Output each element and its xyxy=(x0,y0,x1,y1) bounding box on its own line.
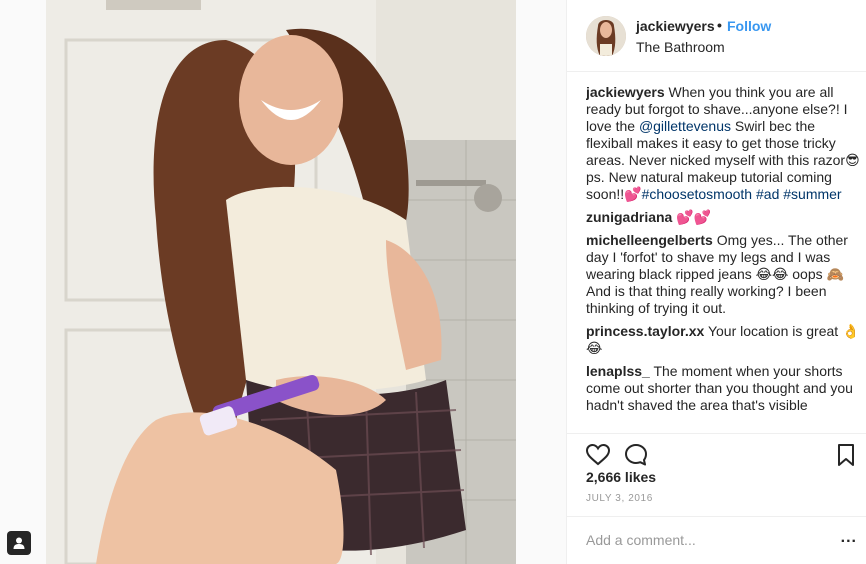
comments-list[interactable]: jackiewyers When you think you are all r… xyxy=(586,84,860,428)
mention-link[interactable]: @gillettevenus xyxy=(639,118,731,134)
likes-count[interactable]: 2,666 likes xyxy=(586,469,656,485)
list-item: michelleengelberts Omg yes... The other … xyxy=(586,232,860,317)
more-options-button[interactable]: ... xyxy=(841,529,857,547)
caption-comment: jackiewyers When you think you are all r… xyxy=(586,84,860,203)
like-button[interactable] xyxy=(585,442,611,468)
person-tag-icon xyxy=(13,537,25,549)
post-photo[interactable] xyxy=(46,0,516,564)
post-date[interactable]: JULY 3, 2016 xyxy=(586,493,653,504)
photo-illustration xyxy=(46,0,516,564)
save-button[interactable] xyxy=(833,442,859,468)
comment-input[interactable] xyxy=(586,530,816,550)
comment-username[interactable]: zunigadriana xyxy=(586,209,672,225)
bookmark-icon xyxy=(838,444,854,466)
comment-username[interactable]: princess.taylor.xx xyxy=(586,323,704,339)
avatar[interactable] xyxy=(586,16,626,56)
comment-username[interactable]: michelleengelberts xyxy=(586,232,713,248)
comment-username[interactable]: jackiewyers xyxy=(586,84,665,100)
follow-button[interactable]: Follow xyxy=(727,18,771,34)
post-header: jackiewyers • Follow The Bathroom xyxy=(567,0,866,72)
photo-panel xyxy=(0,0,566,564)
list-item: princess.taylor.xx Your location is grea… xyxy=(586,323,860,357)
list-item: lenaplss_ The moment when your shorts co… xyxy=(586,363,860,414)
heart-icon xyxy=(585,443,611,466)
comment-bubble-icon xyxy=(625,444,647,466)
list-item: zunigadriana 💕💕 xyxy=(586,209,860,226)
comment-text: 💕💕 xyxy=(676,209,712,225)
post-sidebar: jackiewyers • Follow The Bathroom jackie… xyxy=(566,0,866,564)
tag-people-button[interactable] xyxy=(7,531,31,555)
add-comment-bar: ... xyxy=(567,516,866,564)
hashtag-link[interactable]: #ad xyxy=(756,186,779,202)
follow-separator: • xyxy=(717,17,722,33)
hashtag-link[interactable]: #choosetosmooth xyxy=(642,186,753,202)
location-link[interactable]: The Bathroom xyxy=(636,39,725,55)
comment-username[interactable]: lenaplss_ xyxy=(586,363,650,379)
avatar-image xyxy=(586,16,626,56)
header-username[interactable]: jackiewyers xyxy=(636,18,715,34)
comment-button[interactable] xyxy=(623,442,649,468)
hashtag-link[interactable]: #summer xyxy=(783,186,841,202)
action-bar xyxy=(567,433,866,469)
